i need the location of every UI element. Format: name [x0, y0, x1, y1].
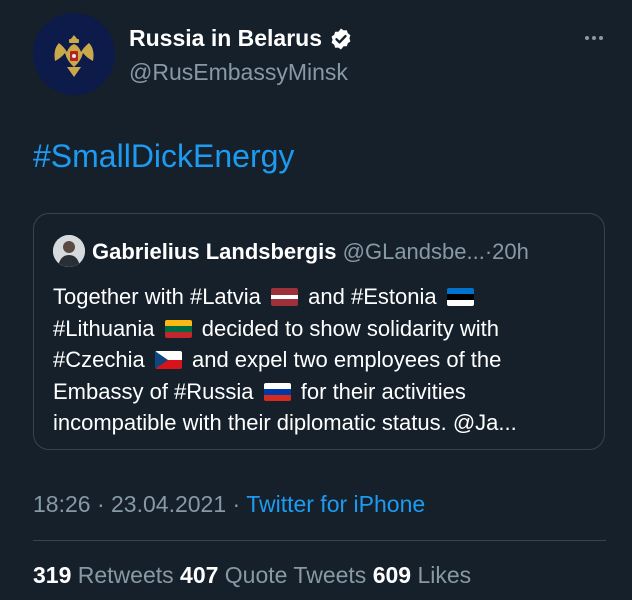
latvia-flag-icon — [271, 288, 299, 306]
verified-badge-icon — [331, 28, 351, 49]
russian-coat-of-arms-icon — [33, 13, 115, 95]
time-separator: · — [96, 491, 105, 517]
author-handle[interactable]: @RusEmbassyMinsk — [129, 59, 348, 86]
source-link[interactable]: Twitter for iPhone — [246, 491, 425, 517]
more-options-icon[interactable] — [581, 28, 607, 48]
author-name-text: Russia in Belarus — [129, 25, 323, 51]
quoted-author-name: Gabrielius Landsbergis — [92, 239, 337, 264]
estonia-flag-icon — [446, 288, 474, 306]
quoted-line-1-start: Together with #Latvia — [53, 284, 261, 309]
source-separator: · — [232, 491, 241, 517]
author-display-name[interactable]: Russia in Belarus — [129, 25, 353, 52]
quote-tweets-count: 407 — [180, 562, 219, 588]
quoted-line-1: Together with #Latvia and #Estonia — [53, 281, 593, 313]
person-avatar-icon — [53, 235, 85, 267]
likes-label: Likes — [417, 562, 472, 588]
russia-flag-icon — [263, 382, 291, 401]
quoted-line-4: Embassy of #Russia for their activities — [53, 376, 593, 408]
quoted-line-3-end: and expel two employees of the — [191, 347, 502, 372]
quoted-author-avatar — [53, 235, 85, 267]
quoted-line-2: #Lithuania decided to show solidarity wi… — [53, 313, 593, 345]
divider — [33, 540, 606, 541]
quoted-line-5: incompatible with their diplomatic statu… — [53, 407, 593, 439]
tweet-time: 18:26 — [33, 491, 91, 517]
quoted-timestamp: 20h — [492, 239, 529, 264]
tweet-hashtag-link[interactable]: #SmallDickEnergy — [33, 138, 294, 175]
quote-tweets-label: Quote Tweets — [224, 562, 367, 588]
quoted-line-2-start: #Lithuania — [53, 315, 155, 341]
quoted-line-2-end: decided to show solidarity with — [201, 315, 499, 341]
retweets-count: 319 — [33, 562, 72, 588]
likes-stat[interactable]: 609 Likes — [373, 562, 471, 588]
retweets-label: Retweets — [77, 562, 174, 588]
quote-tweets-stat[interactable]: 407 Quote Tweets — [180, 562, 366, 588]
quoted-line-5-text: incompatible with their diplomatic statu… — [53, 410, 517, 435]
quoted-author-handle: @GLandsbe... — [342, 239, 485, 264]
czechia-flag-icon — [154, 351, 182, 369]
quoted-tweet-text: Together with #Latvia and #Estonia #Lith… — [53, 281, 593, 439]
quoted-line-1-end: and #Estonia — [308, 284, 437, 309]
quoted-line-4-start: Embassy of #Russia — [53, 378, 254, 404]
quoted-line-3-start: #Czechia — [53, 347, 145, 372]
tweet-timestamp-row: 18:26 · 23.04.2021 · Twitter for iPhone — [33, 491, 425, 518]
engagement-stats: 319 Retweets 407 Quote Tweets 609 Likes — [33, 562, 471, 589]
quoted-line-3: #Czechia and expel two employees of the — [53, 344, 593, 376]
tweet-date: 23.04.2021 — [111, 491, 227, 517]
quoted-tweet-card[interactable]: Gabrielius Landsbergis @GLandsbe...·20h … — [33, 213, 605, 450]
likes-count: 609 — [372, 562, 412, 588]
lithuania-flag-icon — [164, 319, 192, 338]
author-avatar[interactable] — [33, 13, 115, 95]
quoted-line-4-end: for their activities — [300, 378, 466, 404]
retweets-stat[interactable]: 319 Retweets — [33, 562, 174, 588]
quoted-tweet-header: Gabrielius Landsbergis @GLandsbe...·20h — [92, 239, 529, 265]
